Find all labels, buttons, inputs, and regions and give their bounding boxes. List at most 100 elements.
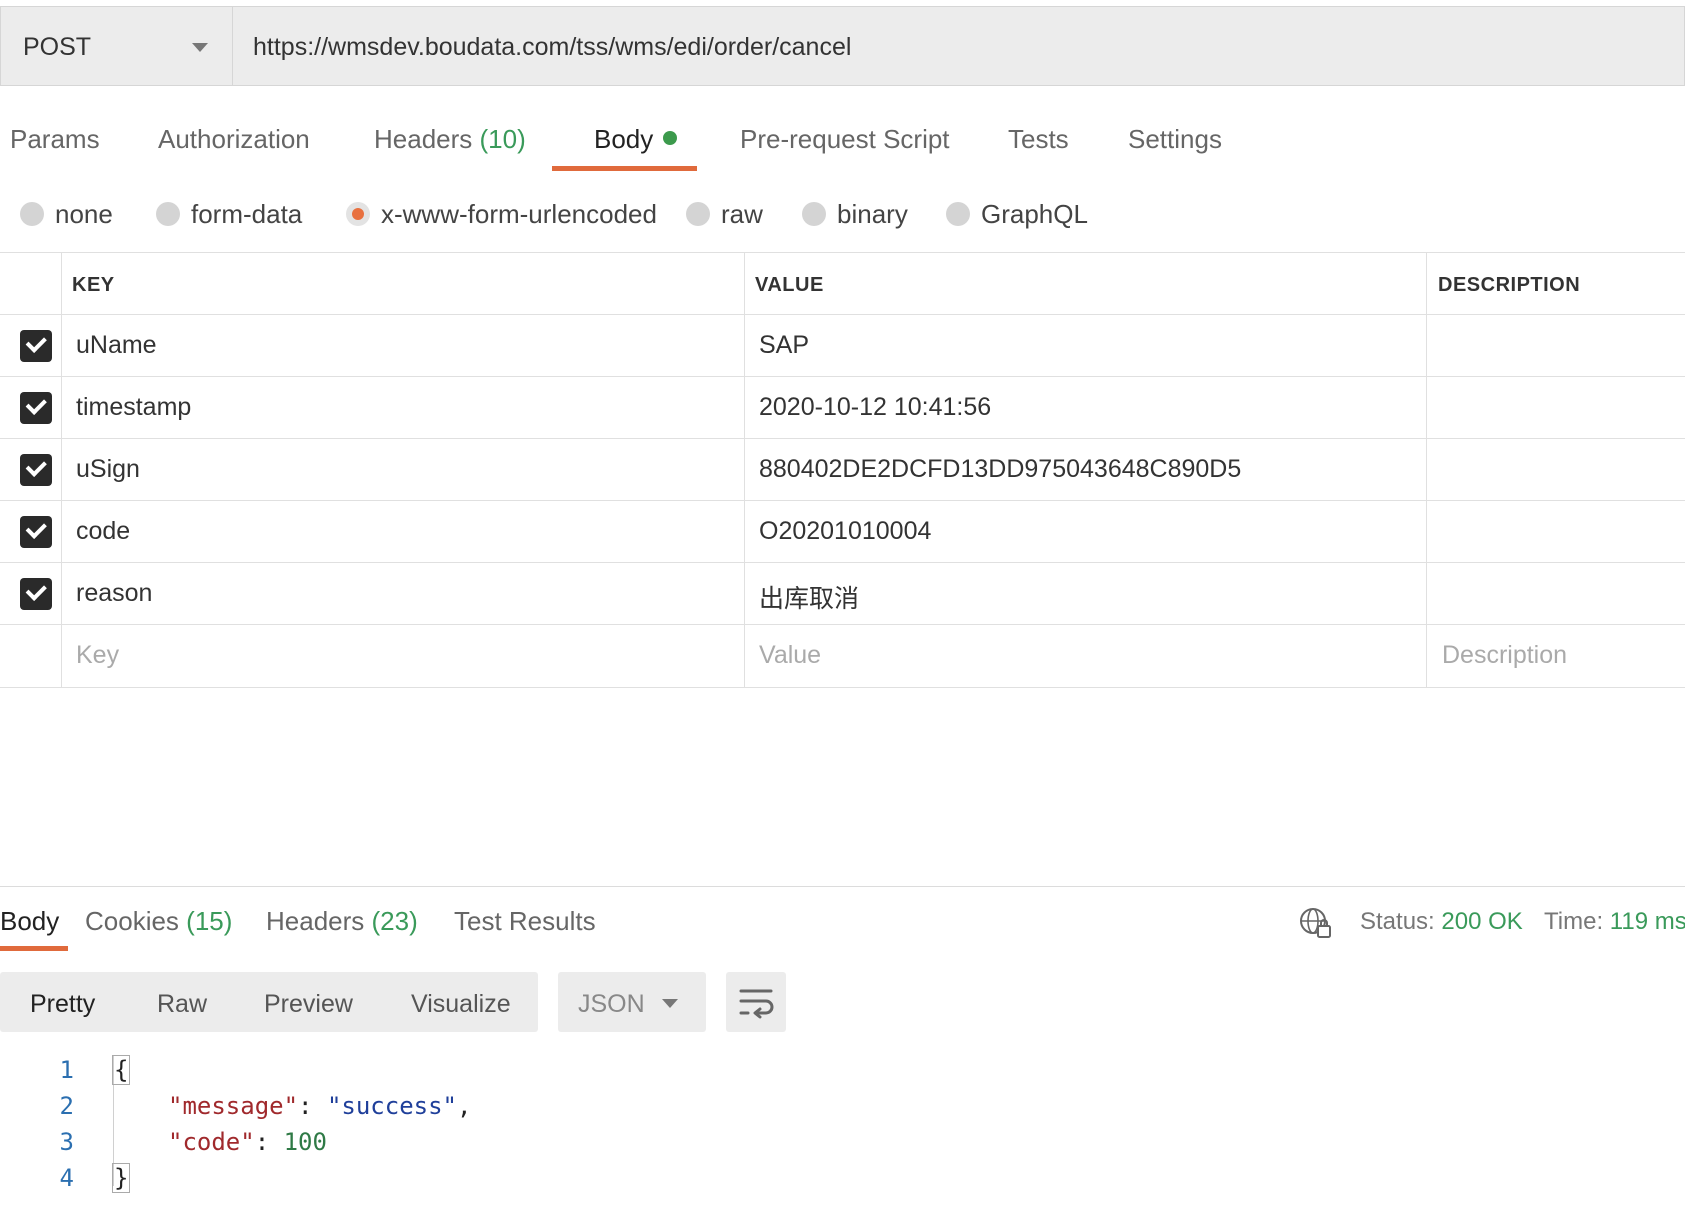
row-checkbox[interactable] xyxy=(20,516,52,548)
response-tab-cookies-count: (15) xyxy=(186,906,233,936)
open-brace: { xyxy=(112,1055,131,1085)
row-value[interactable]: 880402DE2DCFD13DD975043648C890D5 xyxy=(759,455,1241,484)
status-label: Status: xyxy=(1360,908,1435,935)
method-label: POST xyxy=(23,33,92,61)
json-comma: , xyxy=(457,1092,472,1120)
row-checkbox[interactable] xyxy=(20,392,52,424)
wrap-lines-icon xyxy=(739,989,774,1019)
radio-icon[interactable] xyxy=(20,202,44,226)
view-raw-button[interactable]: Raw xyxy=(157,990,207,1019)
description-input[interactable]: Description xyxy=(1442,641,1567,670)
body-type-binary[interactable]: binary xyxy=(802,198,908,230)
response-status: Status: 200 OK xyxy=(1360,908,1523,936)
code-line: { xyxy=(112,1055,131,1085)
code-line: } xyxy=(112,1163,131,1193)
tab-prerequest-label: Pre-request Script xyxy=(740,124,950,154)
response-tab-headers-count: (23) xyxy=(371,906,418,936)
code-line: "code": 100 xyxy=(168,1128,327,1156)
radio-icon[interactable] xyxy=(686,202,710,226)
response-tab-cookies[interactable]: Cookies (15) xyxy=(85,906,232,937)
row-value[interactable]: O20201010004 xyxy=(759,517,931,546)
body-type-urlencoded[interactable]: x-www-form-urlencoded xyxy=(346,198,657,230)
response-tab-headers[interactable]: Headers (23) xyxy=(266,906,418,937)
tab-tests[interactable]: Tests xyxy=(1008,124,1069,155)
json-string: "success" xyxy=(326,1092,457,1120)
tab-body[interactable]: Body xyxy=(594,124,678,155)
value-input[interactable]: Value xyxy=(759,641,821,670)
response-tab-body-label: Body xyxy=(0,906,60,936)
row-key[interactable]: code xyxy=(76,517,130,546)
body-type-binary-label: binary xyxy=(837,198,908,229)
view-preview-button[interactable]: Preview xyxy=(264,990,353,1019)
status-dot-icon xyxy=(663,131,678,145)
close-brace: } xyxy=(112,1163,131,1193)
globe-lock-icon[interactable] xyxy=(1298,906,1332,940)
tab-body-label: Body xyxy=(594,124,654,154)
key-input[interactable]: Key xyxy=(76,641,119,670)
line-number: 2 xyxy=(59,1092,74,1120)
tab-headers-count: (10) xyxy=(479,124,526,154)
chevron-down-icon xyxy=(662,999,678,1008)
body-type-graphql[interactable]: GraphQL xyxy=(946,198,1088,230)
row-value[interactable]: SAP xyxy=(759,331,809,360)
tab-prerequest-script[interactable]: Pre-request Script xyxy=(740,124,950,155)
wrap-lines-button[interactable] xyxy=(726,972,786,1032)
radio-icon[interactable] xyxy=(946,202,970,226)
time-label: Time: xyxy=(1544,908,1604,935)
method-select[interactable]: POST xyxy=(1,7,233,85)
view-visualize-button[interactable]: Visualize xyxy=(411,990,511,1019)
tab-headers[interactable]: Headers (10) xyxy=(374,124,526,155)
table-column-divider xyxy=(1426,252,1427,688)
line-number: 4 xyxy=(59,1164,74,1192)
json-colon: : xyxy=(254,1128,284,1156)
table-divider xyxy=(0,687,1685,688)
tab-params[interactable]: Params xyxy=(10,124,100,155)
body-type-raw[interactable]: raw xyxy=(686,198,763,230)
active-tab-indicator xyxy=(552,166,697,171)
row-checkbox[interactable] xyxy=(20,330,52,362)
row-key[interactable]: timestamp xyxy=(76,393,191,422)
body-type-form-data-label: form-data xyxy=(191,198,303,229)
tab-authorization[interactable]: Authorization xyxy=(158,124,310,155)
tab-settings[interactable]: Settings xyxy=(1128,124,1222,155)
row-checkbox[interactable] xyxy=(20,454,52,486)
row-value[interactable]: 2020-10-12 10:41:56 xyxy=(759,393,991,422)
body-type-form-data[interactable]: form-data xyxy=(156,198,302,230)
line-number: 3 xyxy=(59,1128,74,1156)
tab-headers-label: Headers xyxy=(374,124,473,154)
body-type-none-label: none xyxy=(55,198,113,229)
row-key[interactable]: reason xyxy=(76,579,152,608)
tab-settings-label: Settings xyxy=(1128,124,1222,154)
response-tab-cookies-label: Cookies xyxy=(85,906,179,936)
tab-params-label: Params xyxy=(10,124,100,154)
response-tab-body[interactable]: Body xyxy=(0,906,59,937)
status-value[interactable]: 200 OK xyxy=(1441,908,1522,935)
table-divider xyxy=(0,314,1685,315)
request-url-bar: POST https://wmsdev.boudata.com/tss/wms/… xyxy=(0,6,1685,86)
row-value[interactable]: 出库取消 xyxy=(759,579,859,615)
table-divider xyxy=(0,500,1685,501)
json-key: "message" xyxy=(168,1092,299,1120)
radio-selected-icon[interactable] xyxy=(346,202,370,226)
url-input[interactable]: https://wmsdev.boudata.com/tss/wms/edi/o… xyxy=(253,33,851,62)
radio-icon[interactable] xyxy=(156,202,180,226)
row-checkbox[interactable] xyxy=(20,578,52,610)
chevron-down-icon xyxy=(192,43,208,52)
column-header-key: KEY xyxy=(72,274,115,296)
row-key[interactable]: uName xyxy=(76,331,157,360)
format-label: JSON xyxy=(578,990,645,1018)
table-divider xyxy=(0,562,1685,563)
radio-icon[interactable] xyxy=(802,202,826,226)
json-number: 100 xyxy=(283,1128,327,1156)
time-value[interactable]: 119 ms xyxy=(1610,908,1685,935)
body-type-none[interactable]: none xyxy=(20,198,113,230)
column-header-value: VALUE xyxy=(755,274,824,296)
line-number: 1 xyxy=(59,1056,74,1084)
response-tab-test-results[interactable]: Test Results xyxy=(454,906,596,937)
view-pretty-button[interactable]: Pretty xyxy=(30,990,95,1019)
code-line: "message": "success", xyxy=(168,1092,471,1120)
table-divider xyxy=(0,438,1685,439)
json-key: "code" xyxy=(168,1128,255,1156)
row-key[interactable]: uSign xyxy=(76,455,140,484)
response-divider xyxy=(0,886,1685,887)
